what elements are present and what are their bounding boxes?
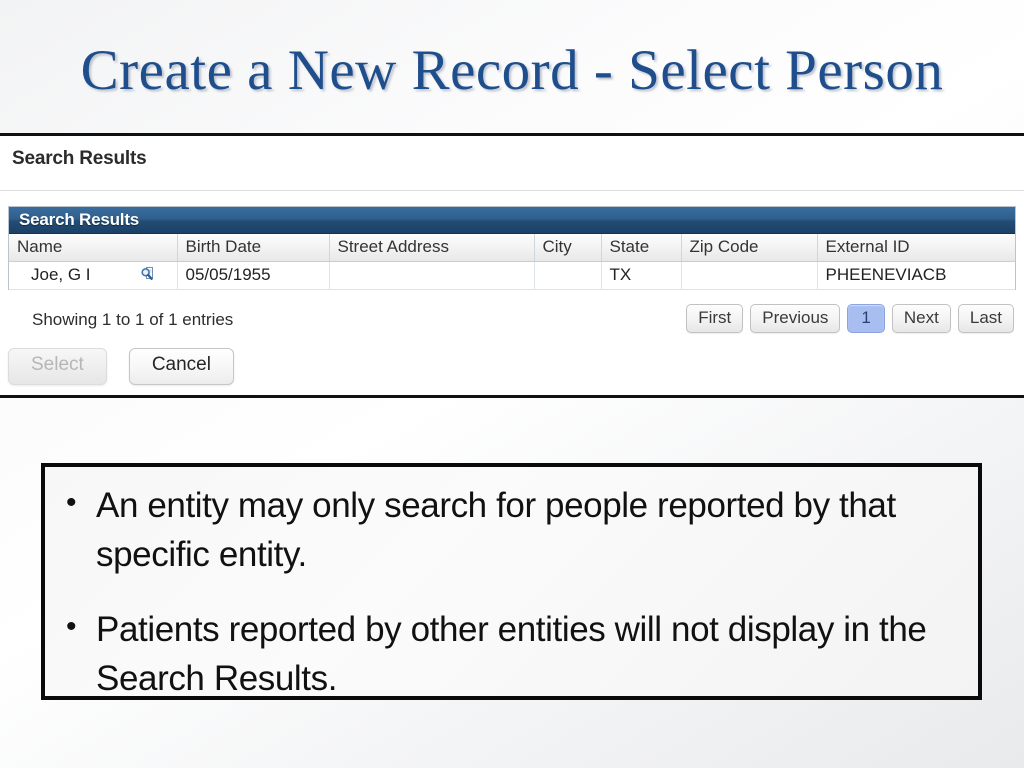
page-title: Create a New Record - Select Person [80,38,944,102]
pagination-last-button[interactable]: Last [957,304,1014,333]
column-header-birth-date[interactable]: Birth Date [177,234,330,262]
caption-divider [0,190,1024,191]
grid-title-label: Search Results [19,210,140,229]
pagination-page-1-button[interactable]: 1 [847,304,885,333]
notes-callout-box: • An entity may only search for people r… [41,463,982,700]
bullet-dot-icon: • [66,610,77,643]
cell-state[interactable]: TX [601,261,682,290]
column-header-external-id[interactable]: External ID [817,234,1015,262]
pagination-next-button[interactable]: Next [891,304,951,333]
bullet-dot-icon: • [66,486,77,519]
table-header-row: Name Birth Date Street Address City Stat… [9,234,1015,262]
bullet-item: • Patients reported by other entities wi… [63,605,952,703]
bullet-text-2: Patients reported by other entities will… [96,610,927,698]
bullet-item: • An entity may only search for people r… [63,481,952,579]
search-results-panel: Search Results Search Results Name Birth… [0,133,1024,398]
cancel-button[interactable]: Cancel [128,348,234,385]
column-header-city[interactable]: City [534,234,602,262]
panel-caption: Search Results [12,148,147,169]
table-row[interactable]: Joe, G I 05/05/1955 TX PHEENEVIACB [9,261,1015,290]
pagination-first-button[interactable]: First [686,304,744,333]
results-grid: Search Results Name Birth Date Street Ad… [8,206,1016,290]
select-button[interactable]: Select [8,348,107,385]
grid-title-bar: Search Results [9,207,1015,234]
pagination: First Previous 1 Next Last [686,304,1014,333]
panel-actions: Select Cancel [8,348,234,385]
cell-city[interactable] [534,261,602,290]
column-header-zip-code[interactable]: Zip Code [681,234,818,262]
cell-zip-code[interactable] [681,261,818,290]
cell-street-address[interactable] [329,261,535,290]
column-header-state[interactable]: State [601,234,682,262]
column-header-name[interactable]: Name [9,234,178,262]
cell-name[interactable]: Joe, G I [9,261,178,290]
cell-external-id[interactable]: PHEENEVIACB [817,261,1015,290]
pagination-previous-button[interactable]: Previous [750,304,841,333]
cell-name-text: Joe, G I [31,265,91,284]
column-header-street-address[interactable]: Street Address [329,234,535,262]
results-table: Name Birth Date Street Address City Stat… [9,234,1015,290]
entries-count-label: Showing 1 to 1 of 1 entries [32,310,234,329]
cell-birth-date[interactable]: 05/05/1955 [177,261,330,290]
grid-footer: Showing 1 to 1 of 1 entries First Previo… [8,304,1016,344]
magnifier-document-icon[interactable] [140,266,157,283]
bullet-text-1: An entity may only search for people rep… [96,486,896,574]
